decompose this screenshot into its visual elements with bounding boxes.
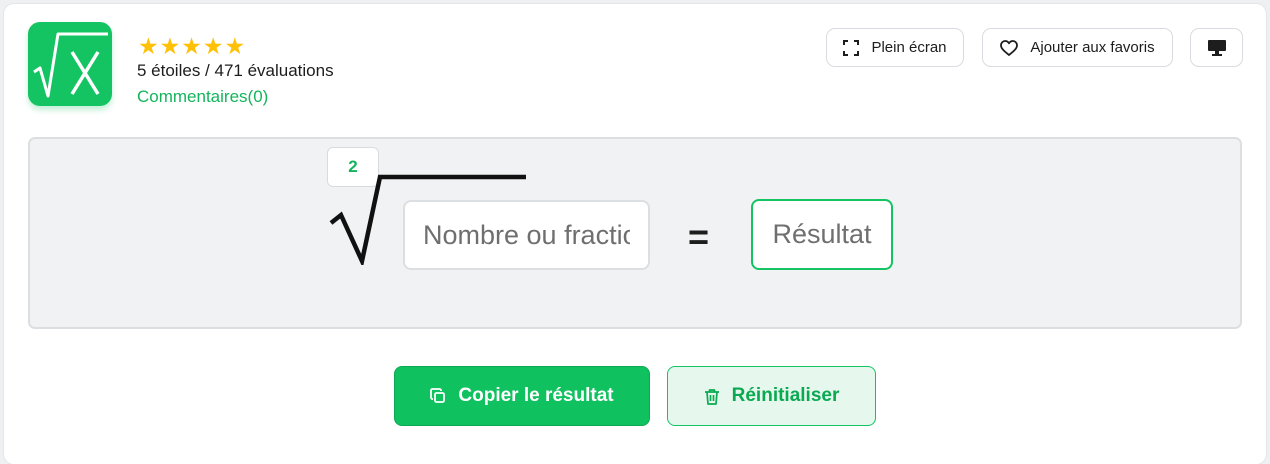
rating-stars: ★★★★★ <box>138 33 247 59</box>
heart-icon <box>1000 39 1019 56</box>
square-root-x-icon <box>28 22 112 106</box>
result-field[interactable]: Résultat <box>751 199 893 270</box>
desktop-view-button[interactable] <box>1190 28 1243 67</box>
add-favorites-button[interactable]: Ajouter aux favoris <box>982 28 1173 67</box>
fullscreen-icon <box>843 39 860 56</box>
add-favorites-label: Ajouter aux favoris <box>1030 39 1155 56</box>
copy-icon <box>430 388 446 404</box>
calculator-panel: 2 = Résultat <box>28 137 1242 329</box>
reset-button[interactable]: Réinitialiser <box>667 366 876 426</box>
equals-sign: = <box>688 216 710 257</box>
reset-label: Réinitialiser <box>731 385 840 406</box>
copy-result-button[interactable]: Copier le résultat <box>394 366 650 426</box>
calculator-card: ★★★★★ 5 étoiles / 471 évaluations Commen… <box>4 4 1266 464</box>
trash-icon <box>704 388 720 405</box>
fullscreen-label: Plein écran <box>871 39 947 56</box>
monitor-icon <box>1207 39 1227 57</box>
fullscreen-button[interactable]: Plein écran <box>826 28 964 67</box>
copy-result-label: Copier le résultat <box>458 385 614 406</box>
number-input[interactable] <box>403 200 650 270</box>
comments-link[interactable]: Commentaires(0) <box>137 86 268 108</box>
rating-summary: 5 étoiles / 471 évaluations <box>137 61 334 80</box>
